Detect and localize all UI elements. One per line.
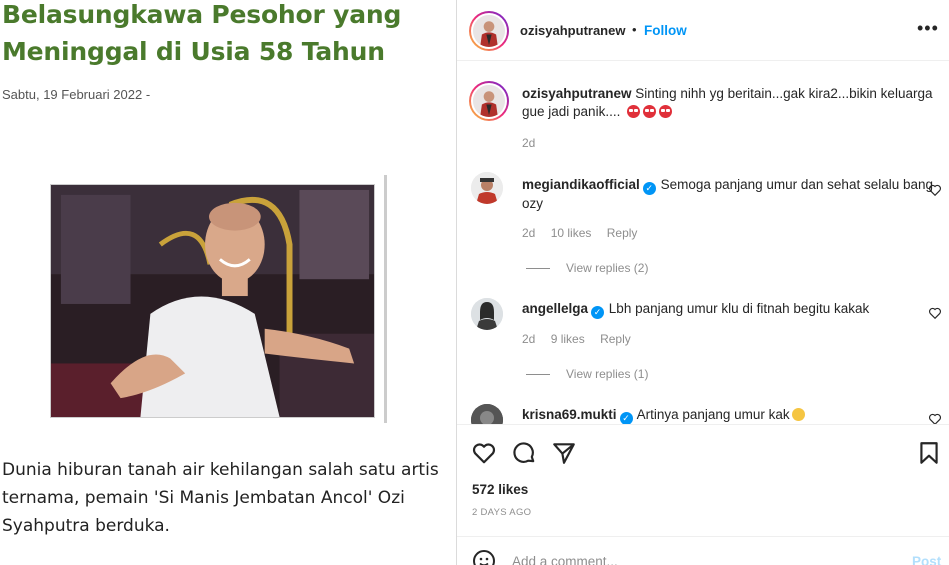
post-header: ozisyahputranew • Follow ••• bbox=[457, 0, 949, 61]
author-photo bbox=[473, 85, 505, 117]
comment-bubble-icon[interactable] bbox=[511, 440, 537, 466]
separator-dot: • bbox=[632, 22, 637, 37]
caption-avatar[interactable] bbox=[469, 81, 509, 121]
follow-button[interactable]: Follow bbox=[644, 23, 687, 38]
instagram-post-panel: ozisyahputranew • Follow ••• ozisyahputr… bbox=[457, 0, 949, 565]
commenter-avatar[interactable] bbox=[471, 404, 503, 424]
comment-username[interactable]: megiandikaofficial bbox=[522, 177, 640, 192]
replies-line bbox=[526, 268, 550, 270]
reply-button[interactable]: Reply bbox=[600, 332, 631, 346]
author-username[interactable]: ozisyahputranew bbox=[520, 23, 625, 38]
verified-badge-icon: ✓ bbox=[591, 306, 605, 319]
angry-face-emoji-icon bbox=[659, 105, 673, 118]
comment-text-block: megiandikaofficial ✓ Semoga panjang umur … bbox=[522, 176, 937, 213]
commenter-avatar[interactable] bbox=[471, 172, 503, 204]
like-comment-heart-icon[interactable] bbox=[928, 306, 942, 320]
emoji-picker-icon[interactable] bbox=[472, 549, 496, 565]
like-comment-heart-icon[interactable] bbox=[928, 412, 942, 424]
commenter-photo bbox=[471, 298, 503, 330]
article-body: Dunia hiburan tanah air kehilangan salah… bbox=[2, 460, 439, 536]
comments-list[interactable]: ozisyahputranew Sinting nihh yg beritain… bbox=[457, 62, 949, 424]
caption-text-block: ozisyahputranew Sinting nihh yg beritain… bbox=[522, 85, 937, 121]
replies-line bbox=[526, 374, 550, 376]
commenter-photo bbox=[471, 172, 503, 204]
smiling-face-emoji-icon bbox=[791, 408, 805, 421]
like-heart-icon[interactable] bbox=[471, 440, 497, 466]
article-title: Belasungkawa Pesohor yang Meninggal di U… bbox=[2, 0, 402, 66]
add-comment-bar: Post bbox=[457, 536, 949, 565]
like-comment-heart-icon[interactable] bbox=[928, 183, 942, 197]
post-actions: 572 likes 2 DAYS AGO bbox=[457, 424, 949, 529]
author-avatar[interactable] bbox=[469, 11, 509, 51]
view-replies-button[interactable]: View replies (1) bbox=[526, 367, 648, 381]
comment-time: 2d bbox=[522, 226, 536, 240]
commenter-photo bbox=[471, 404, 503, 424]
verified-badge-icon: ✓ bbox=[619, 412, 633, 424]
author-photo bbox=[473, 15, 505, 47]
verified-badge-icon: ✓ bbox=[642, 182, 656, 195]
caption-username[interactable]: ozisyahputranew bbox=[522, 86, 632, 101]
view-replies-button[interactable]: View replies (2) bbox=[526, 261, 648, 275]
comment-text: Lbh panjang umur klu di fitnah begitu ka… bbox=[608, 301, 870, 316]
post-comment-button[interactable]: Post bbox=[912, 554, 941, 565]
save-bookmark-icon[interactable] bbox=[916, 440, 942, 466]
commenter-avatar[interactable] bbox=[471, 298, 503, 330]
comment-text-block: krisna69.mukti ✓ Artinya panjang umur kak bbox=[522, 406, 937, 424]
news-article: Belasungkawa Pesohor yang Meninggal di U… bbox=[0, 0, 456, 565]
share-paper-plane-icon[interactable] bbox=[551, 440, 577, 466]
post-date: 2 DAYS AGO bbox=[472, 507, 532, 518]
likes-count[interactable]: 572 likes bbox=[472, 482, 528, 497]
reply-button[interactable]: Reply bbox=[607, 226, 638, 240]
comment-meta: 2d 9 likes Reply bbox=[522, 332, 643, 346]
comment-meta: 2d 10 likes Reply bbox=[522, 226, 649, 240]
article-date: Sabtu, 19 Februari 2022 - bbox=[2, 87, 151, 102]
angry-face-emoji-icon bbox=[627, 105, 641, 118]
angry-face-emoji-icon bbox=[643, 105, 657, 118]
comment-time: 2d bbox=[522, 332, 536, 346]
caption-meta: 2d bbox=[522, 136, 547, 150]
photo-divider bbox=[384, 175, 387, 423]
comment-likes[interactable]: 10 likes bbox=[551, 226, 592, 240]
caption-time: 2d bbox=[522, 136, 536, 150]
comment-text: Artinya panjang umur kak bbox=[636, 407, 790, 422]
add-comment-input[interactable] bbox=[512, 554, 892, 565]
view-replies-label: View replies (1) bbox=[566, 367, 649, 381]
comment-likes[interactable]: 9 likes bbox=[551, 332, 585, 346]
more-options-icon[interactable]: ••• bbox=[917, 18, 939, 39]
man-in-bus-photo bbox=[51, 185, 374, 417]
article-photo bbox=[50, 184, 375, 418]
comment-text-block: angellelga ✓ Lbh panjang umur klu di fitn… bbox=[522, 300, 937, 319]
comment-username[interactable]: angellelga bbox=[522, 301, 588, 316]
view-replies-label: View replies (2) bbox=[566, 261, 649, 275]
comment-username[interactable]: krisna69.mukti bbox=[522, 407, 617, 422]
